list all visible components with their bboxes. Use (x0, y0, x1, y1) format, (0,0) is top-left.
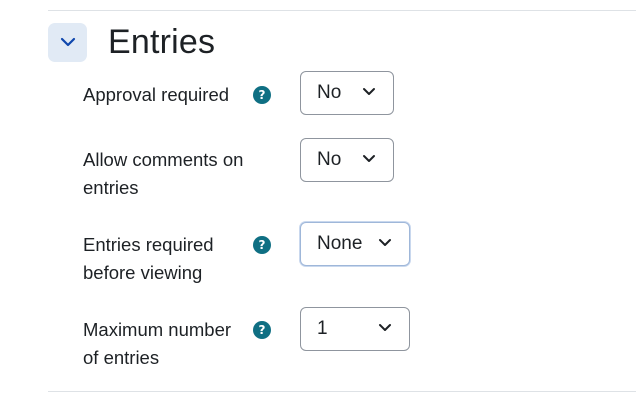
approval-required-select[interactable]: No (300, 71, 394, 115)
section-bottom-divider (48, 391, 636, 392)
section-top-divider (48, 10, 636, 11)
allow-comments-label: Allow comments on entries (83, 149, 244, 198)
select-value: No (317, 82, 342, 103)
approval-required-label: Approval required (83, 84, 230, 105)
help-icon[interactable]: ? (253, 236, 271, 254)
help-icon[interactable]: ? (253, 86, 271, 104)
help-icon[interactable]: ? (253, 321, 271, 339)
select-value: No (317, 149, 342, 170)
chevron-down-icon (379, 239, 391, 246)
chevron-down-icon (379, 324, 391, 331)
chevron-down-icon (363, 155, 375, 162)
section-collapse-button[interactable] (48, 22, 87, 62)
chevron-down-icon (363, 88, 375, 95)
select-value: 1 (317, 318, 328, 339)
section-header-entries: Entries (48, 22, 215, 62)
allow-comments-select[interactable]: No (300, 138, 394, 182)
section-title: Entries (108, 22, 216, 61)
entries-required-select[interactable]: None (300, 222, 410, 266)
max-entries-label: Maximum number of entries (83, 319, 232, 368)
chevron-down-icon (60, 37, 75, 47)
entries-required-label: Entries required before viewing (83, 234, 214, 283)
select-value: None (317, 233, 363, 254)
max-entries-select[interactable]: 1 (300, 307, 410, 351)
